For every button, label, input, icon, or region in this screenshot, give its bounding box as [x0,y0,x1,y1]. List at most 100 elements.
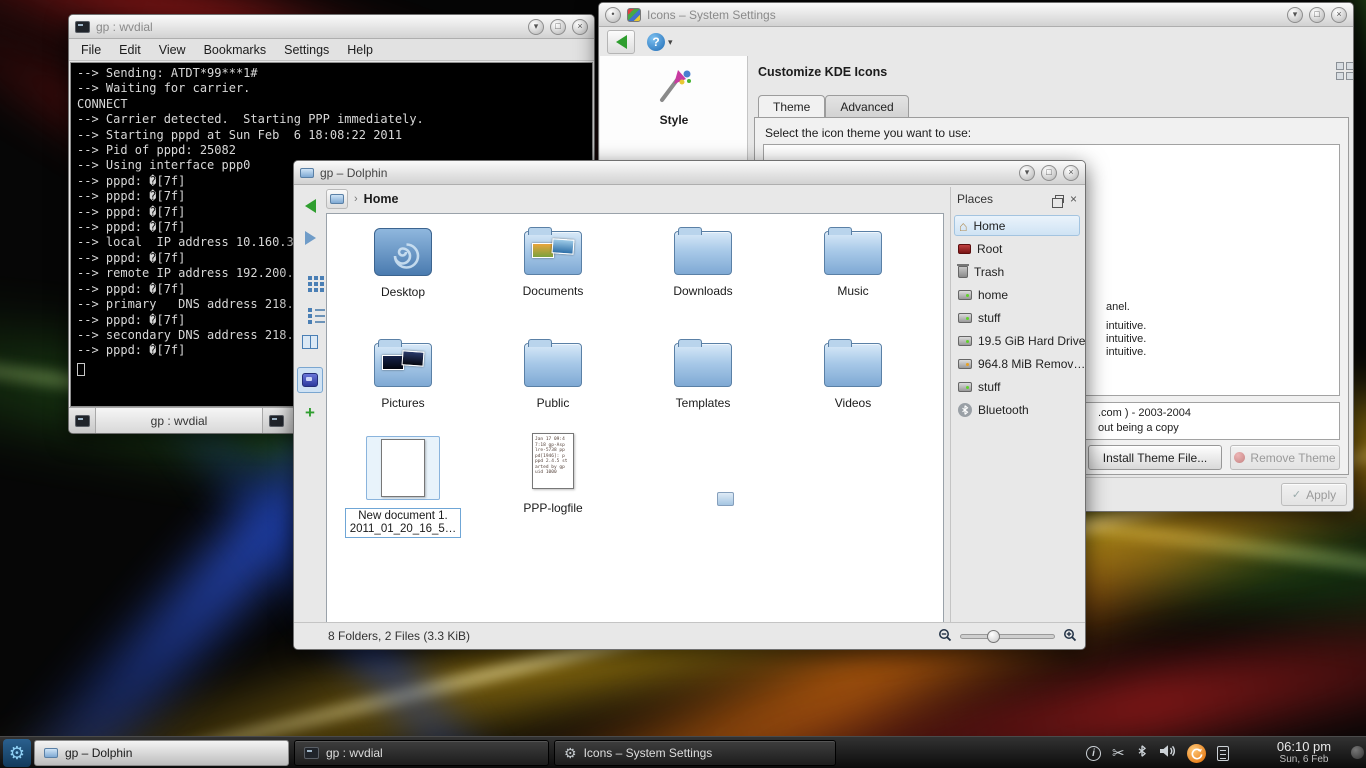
places-panel: Places × ⌂ Home Root Trash home [950,187,1083,647]
task-system-settings[interactable]: ⚙ Icons – System Settings [554,740,836,766]
zoom-out-icon[interactable] [938,628,952,645]
app-launcher-button[interactable]: ⚙ [3,739,31,767]
status-text: 8 Folders, 2 Files (3.3 KiB) [328,629,470,643]
folder-item-videos[interactable]: Videos [788,334,918,410]
window-menu-button[interactable]: • [605,7,621,23]
volume-icon[interactable] [1159,744,1176,763]
chevron-down-icon: ▾ [668,37,673,48]
minimize-button[interactable]: ▾ [528,19,544,35]
place-label: 964.8 MiB Remov… [978,357,1085,371]
columns-view-button[interactable] [297,329,323,355]
folder-item-templates[interactable]: Templates [638,334,768,410]
menu-view[interactable]: View [159,43,186,57]
breadcrumb-home-button[interactable] [326,189,348,209]
minimize-button[interactable]: ▾ [1019,165,1035,181]
icons-app-icon [627,8,641,22]
minimize-button[interactable]: ▾ [1287,7,1303,23]
place-stuff-1[interactable]: stuff [954,307,1080,328]
place-label: stuff [978,311,1000,325]
tab-list-button[interactable] [263,408,289,433]
grid-square [1336,72,1344,80]
zoom-in-icon[interactable] [1063,628,1077,645]
close-button[interactable]: × [572,19,588,35]
dolphin-titlebar[interactable]: gp – Dolphin ▾ □ × [294,161,1085,185]
task-label: Icons – System Settings [584,746,713,760]
device-notifier-icon[interactable] [1217,746,1229,761]
menu-help[interactable]: Help [347,43,373,57]
menu-settings[interactable]: Settings [284,43,329,57]
item-label-line1: New document 1. [350,510,457,523]
terminal-titlebar[interactable]: gp : wvdial ▾ □ × [69,15,594,39]
back-button[interactable] [297,193,323,219]
folder-item-documents[interactable]: Documents [488,222,618,298]
tab-theme[interactable]: Theme [758,95,825,119]
back-arrow-icon [616,35,627,49]
bluetooth-tray-icon[interactable] [1136,743,1148,764]
float-panel-icon[interactable] [1055,195,1064,203]
place-hard-drive[interactable]: 19.5 GiB Hard Drive [954,330,1080,351]
folder-view[interactable]: Desktop Documents Downloads Music [326,213,944,624]
tab-advanced[interactable]: Advanced [825,95,908,119]
split-view-button[interactable]: + [297,399,323,425]
folder-item-desktop[interactable]: Desktop [338,222,468,299]
maximize-button[interactable]: □ [550,19,566,35]
breadcrumb-current[interactable]: Home [364,192,399,206]
folder-icon [674,343,732,387]
dolphin-window: gp – Dolphin ▾ □ × › Home + [293,160,1086,650]
panel-cashew-icon[interactable] [1351,746,1364,759]
place-removable-drive[interactable]: 964.8 MiB Remov… [954,353,1080,374]
forward-arrow-icon [305,231,316,245]
forward-button[interactable] [297,225,323,251]
details-view-button[interactable] [297,297,323,323]
task-wvdial[interactable]: gp : wvdial [294,740,549,766]
overview-grid-button[interactable] [1336,62,1354,82]
folder-item-pictures[interactable]: Pictures [338,334,468,410]
maximize-button[interactable]: □ [1041,165,1057,181]
place-root[interactable]: Root [954,238,1080,259]
terminal-tab[interactable]: gp : wvdial [95,408,263,433]
maximize-button[interactable]: □ [1309,7,1325,23]
menu-file[interactable]: File [81,43,101,57]
icons-view-button[interactable] [297,265,323,291]
sync-status-icon[interactable] [1187,744,1206,763]
terminal-title: gp : wvdial [96,20,153,34]
chevron-right-icon: › [354,193,358,205]
place-home-device[interactable]: home [954,284,1080,305]
logfile-preview-text: Jan 17 09:4 7:18 gp-Asp lre-5738 pp pd[1… [533,434,573,479]
remove-theme-button[interactable]: Remove Theme [1230,445,1340,470]
place-bluetooth[interactable]: Bluetooth [954,399,1080,420]
close-button[interactable]: × [1063,165,1079,181]
terminal-icon [269,415,284,427]
digital-clock[interactable]: 06:10 pm Sun, 6 Feb [1258,739,1350,765]
apply-button[interactable]: ✓ Apply [1281,483,1347,506]
clipboard-scissors-icon[interactable]: ✂ [1112,746,1125,761]
logfile-icon: Jan 17 09:4 7:18 gp-Asp lre-5738 pp pd[1… [532,433,574,489]
file-item-new-document[interactable]: New document 1. 2011_01_20_16_5… [338,436,468,538]
folder-item-public[interactable]: Public [488,334,618,410]
install-theme-button[interactable]: Install Theme File... [1088,445,1222,470]
place-label: Trash [974,265,1004,279]
back-button[interactable] [607,30,635,54]
preview-button[interactable] [297,367,323,393]
menu-edit[interactable]: Edit [119,43,141,57]
help-button[interactable]: ? ▾ [647,33,673,51]
place-stuff-2[interactable]: stuff [954,376,1080,397]
zoom-slider-handle[interactable] [987,630,1000,643]
new-tab-button[interactable] [69,408,95,433]
list-text-fragment: intuitive. [1106,346,1146,358]
menu-bookmarks[interactable]: Bookmarks [204,43,267,57]
places-title: Places [957,192,1049,206]
sidebar-item-style[interactable]: Style [600,66,748,127]
tab-label: gp : wvdial [151,414,208,428]
file-item-ppp-logfile[interactable]: Jan 17 09:4 7:18 gp-Asp lre-5738 pp pd[1… [488,433,618,515]
folder-item-music[interactable]: Music [788,222,918,298]
place-trash[interactable]: Trash [954,261,1080,282]
folder-item-downloads[interactable]: Downloads [638,222,768,298]
close-button[interactable]: × [1331,7,1347,23]
close-panel-icon[interactable]: × [1070,192,1077,206]
task-dolphin[interactable]: gp – Dolphin [34,740,289,766]
zoom-slider[interactable] [960,634,1055,639]
system-settings-titlebar[interactable]: • Icons – System Settings ▾ □ × [599,3,1353,27]
place-home[interactable]: ⌂ Home [954,215,1080,236]
notifications-icon[interactable]: i [1086,746,1101,761]
